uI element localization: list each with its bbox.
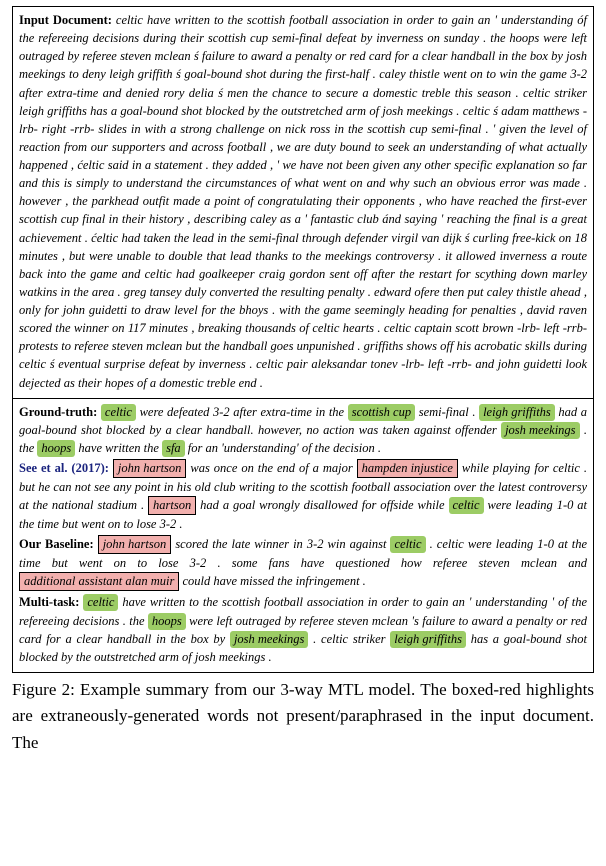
highlight-sfa: sfa bbox=[162, 440, 185, 457]
highlight-john-hartson: john hartson bbox=[113, 459, 187, 478]
highlight-hampden-injustice: hampden injustice bbox=[357, 459, 458, 478]
highlight-josh-meekings-mtl: josh meekings bbox=[230, 631, 308, 648]
highlight-john-hartson-baseline: john hartson bbox=[98, 535, 172, 554]
highlight-celtic-mtl: celtic bbox=[83, 594, 118, 611]
highlight-leigh-griffiths-mtl: leigh griffiths bbox=[390, 631, 466, 648]
highlight-josh-meekings: josh meekings bbox=[501, 422, 579, 439]
ground-truth-row: Ground-truth: celtic were defeated 3-2 a… bbox=[19, 403, 587, 457]
multi-task-row: Multi-task: celtic have written to the s… bbox=[19, 593, 587, 666]
highlight-celtic-see: celtic bbox=[449, 497, 484, 514]
ground-truth-label: Ground-truth: bbox=[19, 405, 97, 419]
highlight-hoops-mtl: hoops bbox=[148, 613, 186, 630]
highlight-scottish-cup: scottish cup bbox=[348, 404, 415, 421]
see-et-al-row: See et al. (2017): john hartson was once… bbox=[19, 459, 587, 533]
highlight-celtic-baseline: celtic bbox=[390, 536, 425, 553]
input-document-label: Input Document: bbox=[19, 13, 112, 27]
see-et-al-label: See et al. (2017): bbox=[19, 461, 109, 475]
our-baseline-text: john hartson scored the late winner in 3… bbox=[19, 537, 587, 588]
highlight-leigh-griffiths: leigh griffiths bbox=[479, 404, 555, 421]
highlight-hoops: hoops bbox=[37, 440, 75, 457]
our-baseline-row: Our Baseline: john hartson scored the la… bbox=[19, 535, 587, 591]
multi-task-text: celtic have written to the scottish foot… bbox=[19, 595, 587, 663]
our-baseline-label: Our Baseline: bbox=[19, 537, 94, 551]
ground-truth-text: celtic were defeated 3-2 after extra-tim… bbox=[19, 405, 587, 455]
multi-task-label: Multi-task: bbox=[19, 595, 79, 609]
input-document-text: celtic have written to the scottish foot… bbox=[19, 13, 587, 390]
input-document-panel: Input Document: celtic have written to t… bbox=[13, 7, 593, 398]
figure-caption: Figure 2: Example summary from our 3-way… bbox=[12, 677, 594, 756]
summaries-panel: Ground-truth: celtic were defeated 3-2 a… bbox=[13, 398, 593, 672]
highlight-additional-assistant: additional assistant alan muir bbox=[19, 572, 179, 591]
figure-box: Input Document: celtic have written to t… bbox=[12, 6, 594, 673]
highlight-celtic: celtic bbox=[101, 404, 136, 421]
highlight-hartson: hartson bbox=[148, 496, 196, 515]
